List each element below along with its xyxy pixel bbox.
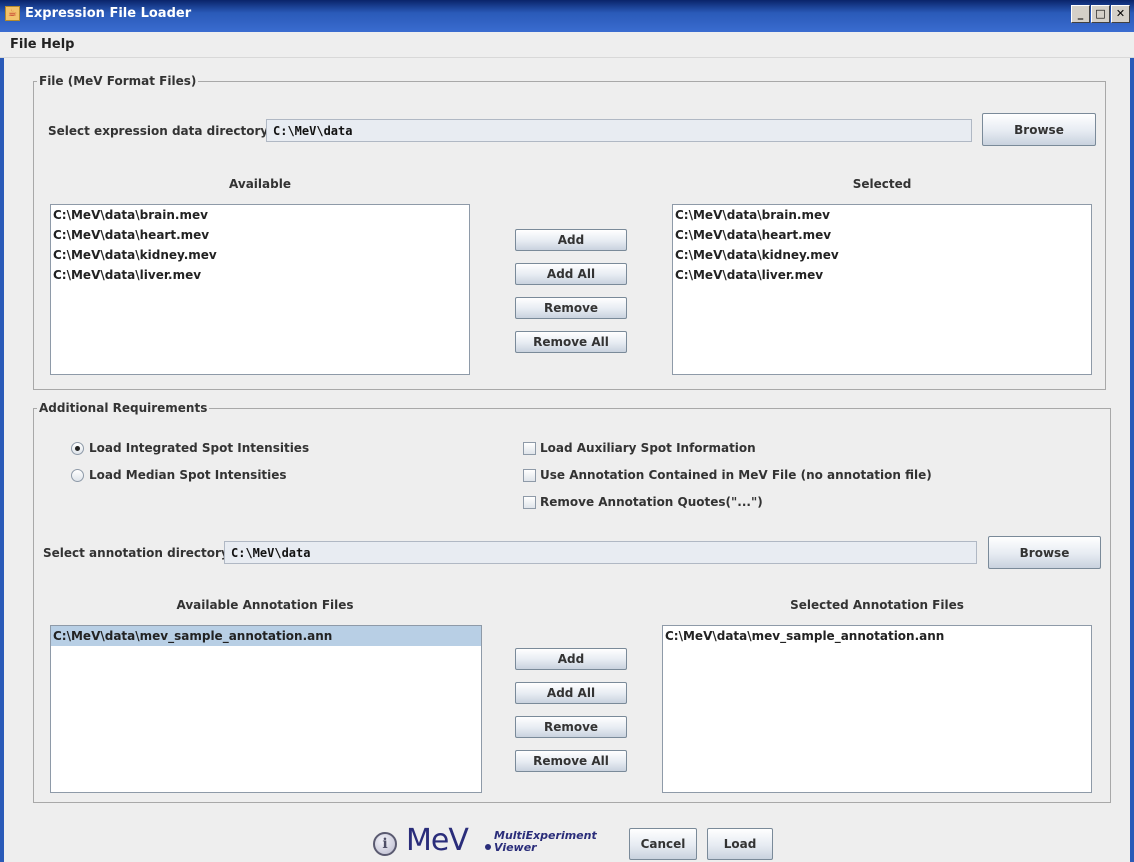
annotation-remove-all-button[interactable]: Remove All [515, 750, 627, 772]
requirements-legend: Additional Requirements [39, 401, 208, 415]
median-intensities-label[interactable]: Load Median Spot Intensities [89, 468, 287, 482]
cancel-button[interactable]: Cancel [629, 828, 697, 860]
integrated-intensities-label[interactable]: Load Integrated Spot Intensities [89, 441, 309, 455]
load-button[interactable]: Load [707, 828, 773, 860]
available-header: Available [229, 177, 291, 191]
menu-help[interactable]: Help [41, 37, 74, 52]
expression-dir-field[interactable]: C:\MeV\data [266, 119, 972, 142]
java-cup-icon: ☕ [5, 6, 20, 21]
list-item[interactable]: C:\MeV\data\mev_sample_annotation.ann [663, 626, 1091, 646]
close-icon[interactable]: ✕ [1111, 5, 1130, 23]
mev-logo-text: MeV [406, 823, 469, 858]
annotation-remove-button[interactable]: Remove [515, 716, 627, 738]
use-annotation-label[interactable]: Use Annotation Contained in MeV File (no… [540, 468, 932, 482]
list-item[interactable]: C:\MeV\data\heart.mev [51, 225, 469, 245]
window-controls: _ □ ✕ [1071, 5, 1130, 23]
selected-annotation-header: Selected Annotation Files [790, 598, 964, 612]
menu-bar: File Help [0, 32, 1134, 58]
annotation-add-all-button[interactable]: Add All [515, 682, 627, 704]
add-all-button[interactable]: Add All [515, 263, 627, 285]
remove-button[interactable]: Remove [515, 297, 627, 319]
window-border-left [0, 58, 4, 862]
integrated-intensities-radio[interactable] [71, 442, 84, 455]
window-border-right [1130, 58, 1134, 862]
title-bar: ☕ Expression File Loader _ □ ✕ [0, 0, 1134, 32]
selected-header: Selected [852, 177, 912, 191]
list-item[interactable]: C:\MeV\data\mev_sample_annotation.ann [51, 626, 481, 646]
logo-subtitle-1: MultiExperiment [494, 829, 597, 842]
use-annotation-checkbox[interactable] [523, 469, 536, 482]
list-item[interactable]: C:\MeV\data\heart.mev [673, 225, 1091, 245]
remove-all-button[interactable]: Remove All [515, 331, 627, 353]
list-item[interactable]: C:\MeV\data\kidney.mev [51, 245, 469, 265]
available-files-list[interactable]: C:\MeV\data\brain.mev C:\MeV\data\heart.… [50, 204, 470, 375]
list-item[interactable]: C:\MeV\data\liver.mev [51, 265, 469, 285]
logo-dot [485, 844, 491, 850]
add-button[interactable]: Add [515, 229, 627, 251]
window-title: Expression File Loader [25, 6, 192, 21]
logo-subtitle-2: Viewer [494, 841, 537, 854]
auxiliary-spot-label[interactable]: Load Auxiliary Spot Information [540, 441, 756, 455]
median-intensities-radio[interactable] [71, 469, 84, 482]
browse-expression-button[interactable]: Browse [982, 113, 1096, 146]
annotation-dir-field[interactable]: C:\MeV\data [224, 541, 977, 564]
available-annotation-list[interactable]: C:\MeV\data\mev_sample_annotation.ann [50, 625, 482, 793]
remove-quotes-label[interactable]: Remove Annotation Quotes("...") [540, 495, 763, 509]
browse-annotation-button[interactable]: Browse [988, 536, 1101, 569]
list-item[interactable]: C:\MeV\data\brain.mev [51, 205, 469, 225]
list-item[interactable]: C:\MeV\data\liver.mev [673, 265, 1091, 285]
annotation-add-button[interactable]: Add [515, 648, 627, 670]
selected-files-list[interactable]: C:\MeV\data\brain.mev C:\MeV\data\heart.… [672, 204, 1092, 375]
minimize-icon[interactable]: _ [1071, 5, 1090, 23]
available-annotation-header: Available Annotation Files [176, 598, 354, 612]
info-icon[interactable]: i [373, 832, 397, 856]
file-section-legend: File (MeV Format Files) [39, 74, 197, 88]
list-item[interactable]: C:\MeV\data\kidney.mev [673, 245, 1091, 265]
list-item[interactable]: C:\MeV\data\brain.mev [673, 205, 1091, 225]
maximize-icon[interactable]: □ [1091, 5, 1110, 23]
menu-file[interactable]: File [10, 37, 37, 52]
remove-quotes-checkbox[interactable] [523, 496, 536, 509]
annotation-dir-label: Select annotation directory [43, 546, 229, 560]
auxiliary-spot-checkbox[interactable] [523, 442, 536, 455]
selected-annotation-list[interactable]: C:\MeV\data\mev_sample_annotation.ann [662, 625, 1092, 793]
expression-dir-label: Select expression data directory [48, 124, 269, 138]
